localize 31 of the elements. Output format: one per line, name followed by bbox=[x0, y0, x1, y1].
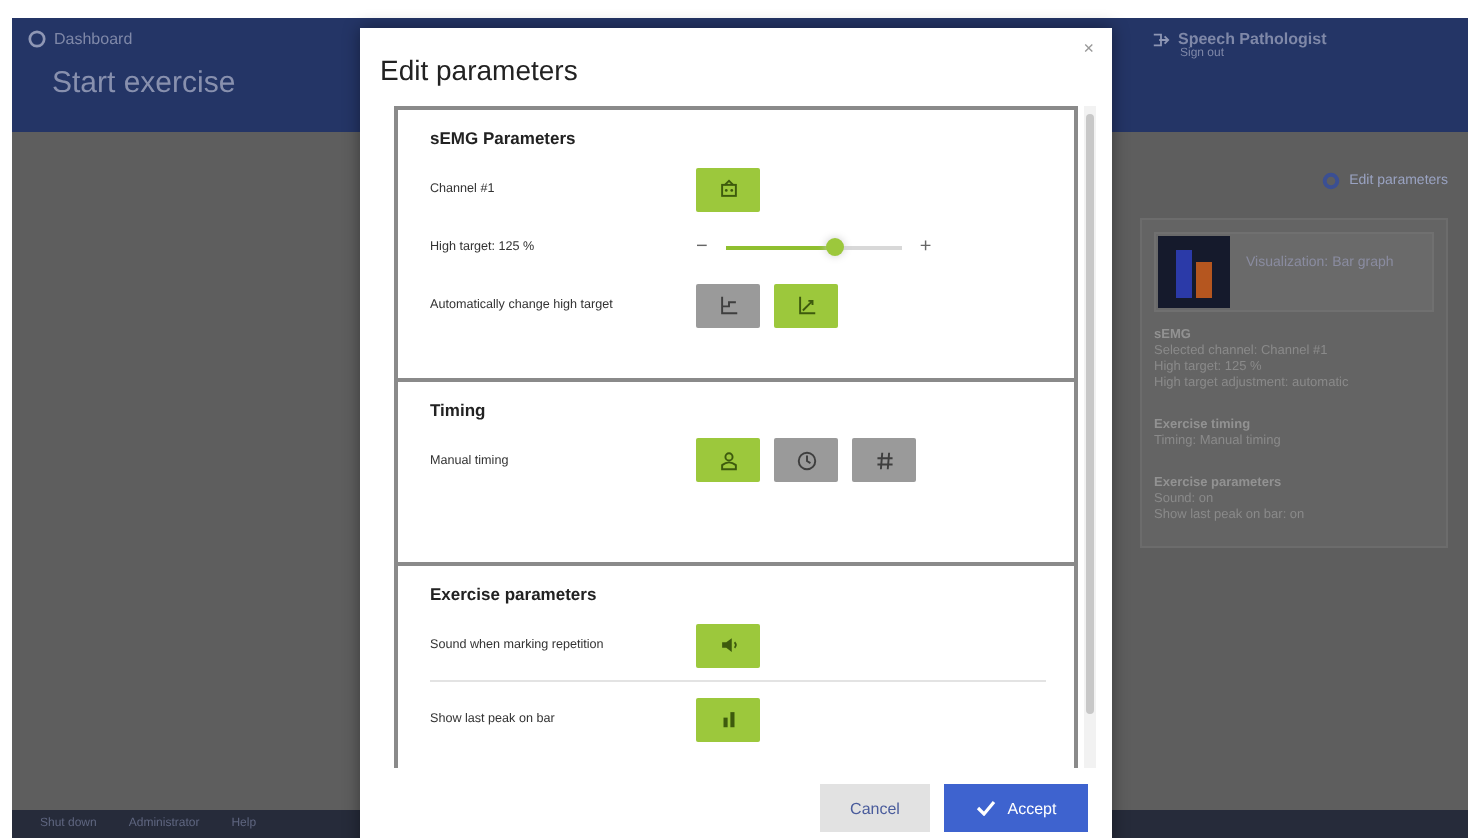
accept-button[interactable]: Accept bbox=[944, 784, 1088, 832]
increase-button[interactable]: + bbox=[919, 236, 932, 258]
ramp-chart-icon bbox=[795, 294, 817, 316]
sign-in-icon bbox=[1152, 31, 1170, 47]
checkmark-icon bbox=[975, 800, 996, 816]
toggle-button[interactable] bbox=[696, 697, 760, 741]
scrollbar[interactable] bbox=[1084, 106, 1096, 768]
section-heading: sEMG Parameters bbox=[430, 128, 578, 148]
toggle-button[interactable] bbox=[852, 438, 916, 483]
toggle-button[interactable] bbox=[696, 623, 760, 667]
user-name: Speech Pathologist bbox=[1178, 30, 1327, 48]
toggle-button[interactable] bbox=[774, 438, 838, 483]
decrease-button[interactable]: − bbox=[696, 236, 708, 258]
breadcrumb-link[interactable]: Dashboard bbox=[54, 30, 133, 48]
dialog-title: Edit parameters bbox=[380, 54, 580, 86]
speaker-icon bbox=[717, 634, 739, 656]
toggle-button[interactable] bbox=[696, 438, 760, 483]
toggle-button[interactable] bbox=[696, 283, 760, 327]
slider-thumb[interactable] bbox=[826, 237, 845, 255]
bar-graph-thumbnail-icon bbox=[1158, 236, 1230, 308]
section-heading: Timing bbox=[430, 399, 488, 420]
toggle-button[interactable] bbox=[774, 283, 838, 327]
close-button[interactable]: × bbox=[1083, 38, 1094, 58]
hash-icon bbox=[873, 449, 895, 472]
cancel-button[interactable]: Cancel bbox=[820, 784, 930, 832]
step-chart-icon bbox=[717, 294, 739, 316]
section-heading: Exercise parameters bbox=[430, 584, 599, 604]
page-title: Start exercise bbox=[52, 66, 236, 100]
clock-icon bbox=[795, 449, 817, 472]
person-icon bbox=[717, 449, 739, 472]
toggle-button[interactable] bbox=[696, 167, 760, 211]
